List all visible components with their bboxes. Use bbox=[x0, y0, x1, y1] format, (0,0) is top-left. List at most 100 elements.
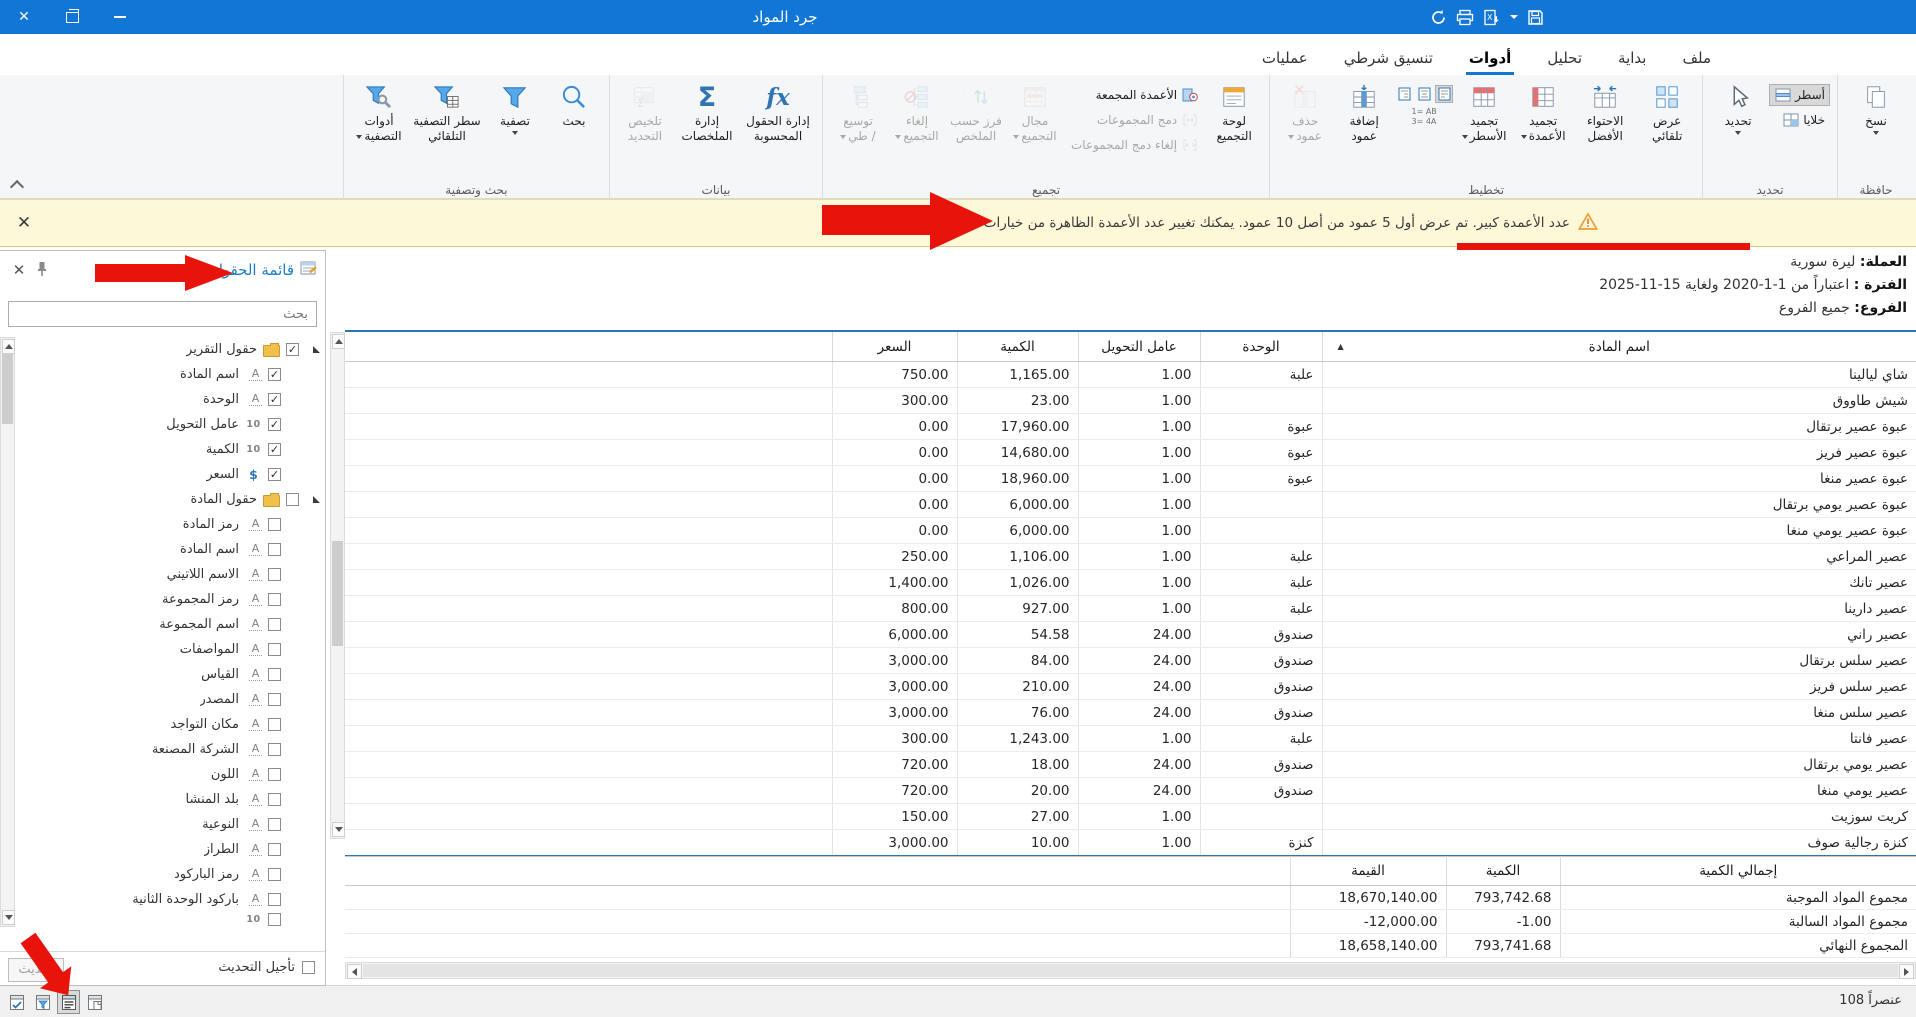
delete-column-button[interactable]: حذف عمود bbox=[1277, 79, 1333, 144]
update-button[interactable]: تحديث bbox=[8, 958, 64, 982]
defer-update-checkbox[interactable] bbox=[302, 961, 315, 974]
filter-button[interactable]: تصفية bbox=[487, 79, 543, 135]
select-button[interactable]: تحديد bbox=[1710, 79, 1766, 135]
checkbox-unchecked[interactable] bbox=[268, 743, 281, 756]
tab-item[interactable]: تنسيق شرطي bbox=[1344, 49, 1433, 67]
sort-by-summary-button[interactable]: Σ فرز حسب الملخص bbox=[948, 79, 1004, 144]
unmerge-groups-button[interactable]: إلغاء دمج المجموعات bbox=[1066, 134, 1203, 156]
field-row[interactable]: Aالنوعية bbox=[16, 812, 325, 837]
field-row[interactable]: Aمكان التواجد bbox=[16, 712, 325, 737]
table-row[interactable]: عصير سلس منغاصندوق24.0076.003,000.00 bbox=[345, 700, 1916, 726]
scroll-down-icon[interactable] bbox=[332, 822, 345, 837]
field-row[interactable]: Aباركود الوحدة الثانية bbox=[16, 887, 325, 912]
table-row[interactable]: عبوة عصير منغاعبوة1.0018,960.000.00 bbox=[345, 466, 1916, 492]
field-row[interactable]: Aرمز المادة bbox=[16, 512, 325, 537]
checkbox-unchecked[interactable] bbox=[268, 693, 281, 706]
defer-update-option[interactable]: تأجيل التحديث bbox=[218, 960, 315, 975]
table-row[interactable]: عبوة عصير فريزعبوة1.0014,680.000.00 bbox=[345, 440, 1916, 466]
field-row[interactable]: Aالمواصفات bbox=[16, 637, 325, 662]
table-row[interactable]: عصير المراعيعلبة1.001,106.00250.00 bbox=[345, 544, 1916, 570]
scroll-up-icon[interactable] bbox=[332, 334, 345, 349]
panel-toggle-check-icon[interactable] bbox=[5, 990, 28, 1014]
tab-item[interactable]: بداية bbox=[1618, 49, 1646, 67]
rows-toggle-button[interactable]: أسطر bbox=[1769, 84, 1830, 106]
checkbox-checked[interactable]: ✓ bbox=[268, 468, 281, 481]
grouped-columns-button[interactable]: الأعمدة المجمعة bbox=[1066, 84, 1203, 106]
field-row[interactable]: Aاسم المجموعة bbox=[16, 612, 325, 637]
scroll-right-icon[interactable] bbox=[1899, 964, 1914, 979]
table-row[interactable]: شاي لياليناعلبة1.001,165.00750.00 bbox=[345, 362, 1916, 388]
save-icon[interactable] bbox=[1527, 9, 1544, 26]
field-row[interactable]: Aالاسم اللاتيني bbox=[16, 562, 325, 587]
column-header-unit[interactable]: الوحدة bbox=[1200, 331, 1322, 362]
restore-window-icon[interactable] bbox=[48, 0, 96, 34]
expand-icon[interactable] bbox=[313, 496, 320, 503]
freeze-rows-button[interactable]: تجميد الأسطر bbox=[1456, 79, 1512, 144]
panel-scroll-up-icon[interactable] bbox=[2, 339, 15, 354]
panel-toggle-report-icon[interactable] bbox=[83, 990, 106, 1014]
table-row[interactable]: عصير سلس فريزصندوق24.00210.003,000.00 bbox=[345, 674, 1916, 700]
horizontal-scroll-thumb[interactable] bbox=[363, 964, 1898, 977]
field-row[interactable]: ✓Aالوحدة bbox=[16, 387, 325, 412]
expand-icon[interactable] bbox=[313, 346, 320, 353]
table-row[interactable]: عصير داريناعلبة1.00927.00800.00 bbox=[345, 596, 1916, 622]
tab-item[interactable]: تحليل bbox=[1547, 49, 1582, 67]
panel-scroll-thumb[interactable] bbox=[2, 354, 13, 424]
checkbox-unchecked[interactable] bbox=[268, 643, 281, 656]
field-row[interactable]: ✓$السعر bbox=[16, 462, 325, 487]
vertical-scroll-thumb[interactable] bbox=[332, 541, 343, 646]
table-row[interactable]: عصير فانتاعلبة1.001,243.00300.00 bbox=[345, 726, 1916, 752]
checkbox-unchecked[interactable] bbox=[268, 618, 281, 631]
field-row[interactable]: Aالقياس bbox=[16, 662, 325, 687]
column-header-material-name[interactable]: اسم المادة▲ bbox=[1322, 331, 1916, 362]
checkbox-unchecked[interactable] bbox=[268, 818, 281, 831]
band-layout-icon-2[interactable] bbox=[1415, 85, 1433, 103]
panel-toggle-filter-icon[interactable] bbox=[31, 990, 54, 1014]
field-row[interactable]: Aاللون bbox=[16, 762, 325, 787]
field-row[interactable]: ✓10عامل التحويل bbox=[16, 412, 325, 437]
table-row[interactable]: عصير يومي منغاصندوق24.0020.00720.00 bbox=[345, 778, 1916, 804]
table-row[interactable]: كريت سوزيت1.0027.00150.00 bbox=[345, 804, 1916, 830]
checkbox-checked[interactable]: ✓ bbox=[268, 418, 281, 431]
table-row[interactable]: عصير سلس برتقالصندوق24.0084.003,000.00 bbox=[345, 648, 1916, 674]
checkbox-checked[interactable]: ✓ bbox=[268, 443, 281, 456]
checkbox-unchecked[interactable] bbox=[268, 518, 281, 531]
table-row[interactable]: عصير رانيصندوق24.0054.586,000.00 bbox=[345, 622, 1916, 648]
group-range-button[interactable]: مجال التجميع bbox=[1007, 79, 1063, 144]
expand-collapse-button[interactable]: توسيع / طي bbox=[830, 79, 886, 144]
checkbox-unchecked[interactable] bbox=[268, 893, 281, 906]
panel-close-icon[interactable]: ✕ bbox=[10, 261, 28, 279]
checkbox-checked[interactable]: ✓ bbox=[286, 343, 299, 356]
export-dropdown-icon[interactable] bbox=[1510, 15, 1518, 19]
band-layout-icon-1[interactable] bbox=[1435, 85, 1453, 103]
table-row[interactable]: عصير يومي برتقالصندوق24.0018.00720.00 bbox=[345, 752, 1916, 778]
search-button[interactable]: بحث bbox=[546, 79, 602, 129]
table-row[interactable]: عصير تانكعلبة1.001,026.001,400.00 bbox=[345, 570, 1916, 596]
grid-vertical-scrollbar[interactable] bbox=[330, 332, 345, 839]
field-group-row[interactable]: ✓حقول التقرير bbox=[16, 337, 325, 362]
table-row[interactable]: شيش طاووق1.0023.00300.00 bbox=[345, 388, 1916, 414]
warning-close-icon[interactable]: ✕ bbox=[13, 212, 35, 234]
column-header-price[interactable]: السعر bbox=[832, 331, 957, 362]
table-row[interactable]: عبوة عصير برتقالعبوة1.0017,960.000.00 bbox=[345, 414, 1916, 440]
grid-horizontal-scrollbar[interactable] bbox=[345, 962, 1916, 979]
column-header-quantity[interactable]: الكمية bbox=[957, 331, 1078, 362]
checkbox-unchecked[interactable] bbox=[268, 768, 281, 781]
column-header-conversion-factor[interactable]: عامل التحويل bbox=[1078, 331, 1200, 362]
tab-item[interactable]: عمليات bbox=[1262, 49, 1308, 67]
freeze-columns-button[interactable]: تجميد الأعمدة bbox=[1515, 79, 1571, 144]
ungroup-button[interactable]: إلغاء التجميع bbox=[889, 79, 945, 144]
panel-toggle-field-list-icon[interactable] bbox=[57, 990, 80, 1014]
table-row[interactable]: عبوة عصير يومي منغا1.006,000.000.00 bbox=[345, 518, 1916, 544]
field-row[interactable]: Aاسم المادة bbox=[16, 537, 325, 562]
best-fit-button[interactable]: الاحتواء الأفضل bbox=[1574, 79, 1636, 144]
minimize-window-icon[interactable] bbox=[96, 0, 144, 34]
checkbox-unchecked[interactable] bbox=[268, 593, 281, 606]
checkbox-unchecked[interactable] bbox=[268, 668, 281, 681]
field-row[interactable]: ✓Aاسم المادة bbox=[16, 362, 325, 387]
cells-toggle-button[interactable]: خلايا bbox=[1769, 109, 1830, 131]
field-group-row[interactable]: حقول المادة bbox=[16, 487, 325, 512]
calculated-fields-button[interactable]: fx إدارة الحقول المحسوبة bbox=[741, 79, 815, 144]
table-row[interactable]: عبوة عصير يومي برتقال1.006,000.000.00 bbox=[345, 492, 1916, 518]
filter-tools-button[interactable]: أدوات التصفية bbox=[351, 79, 407, 144]
